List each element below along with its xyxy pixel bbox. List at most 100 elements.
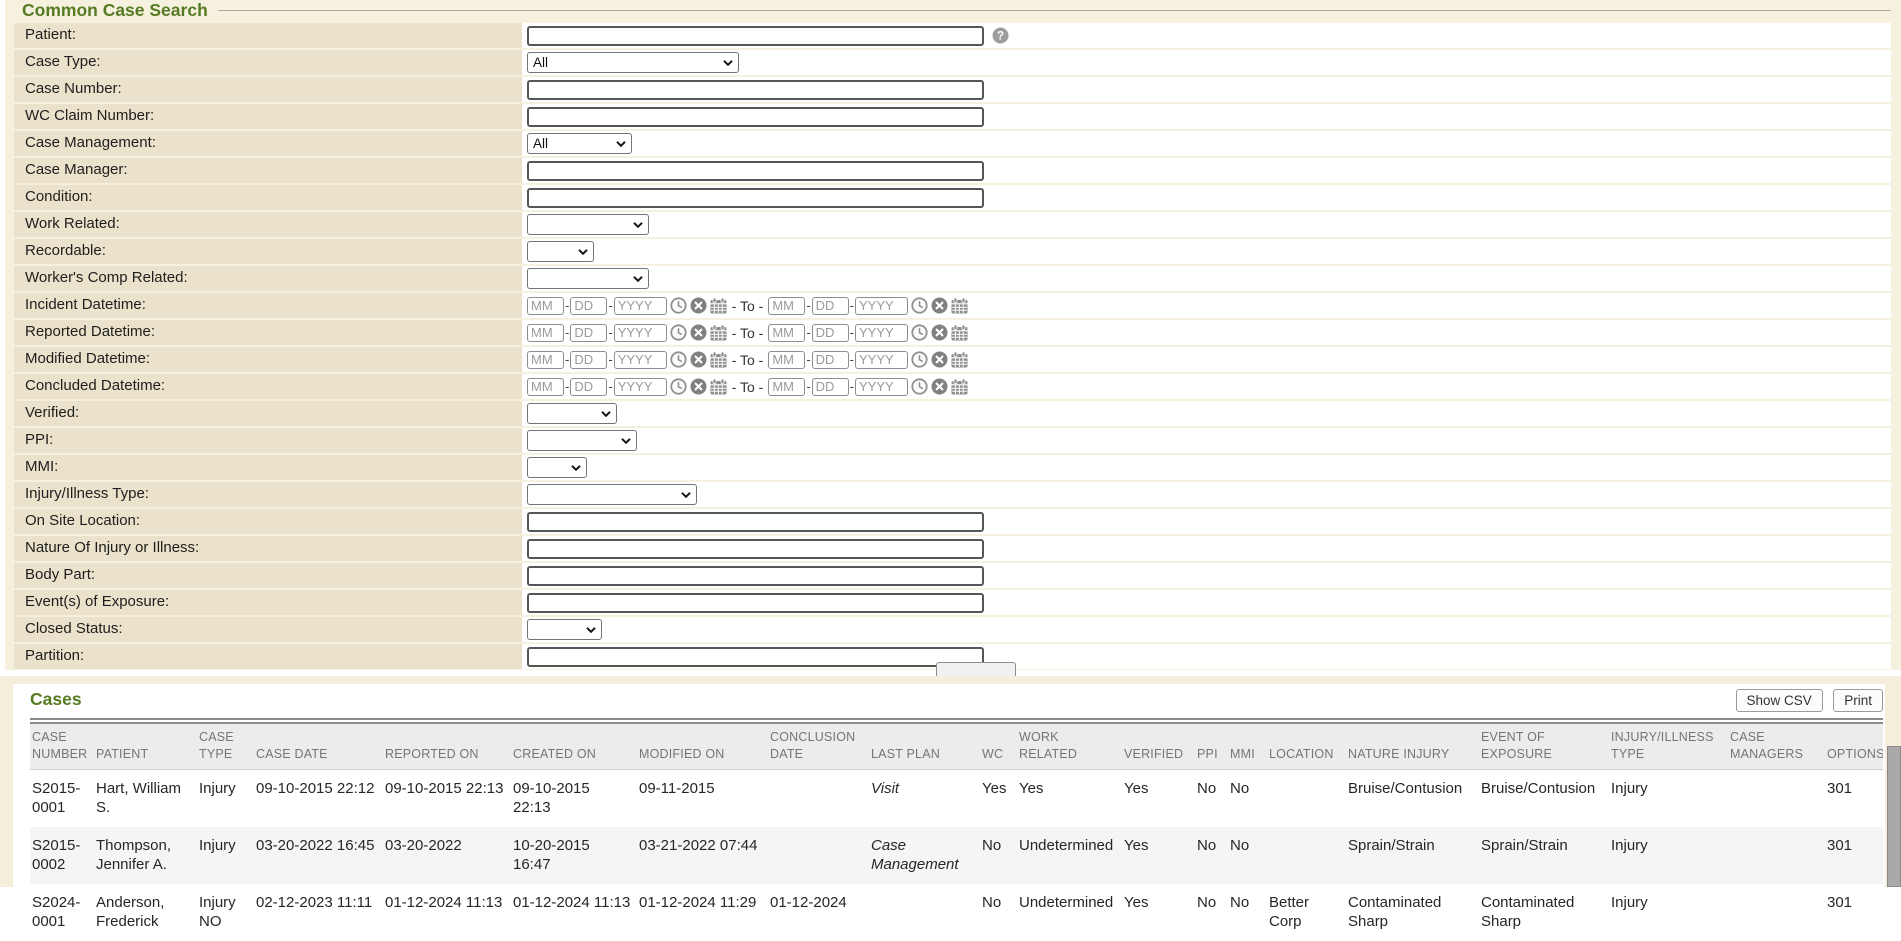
case-type-select[interactable]: All — [527, 52, 739, 73]
calendar-icon[interactable] — [951, 325, 968, 341]
cell-created-on: 01-12-2024 11:13 — [511, 884, 637, 941]
reported-datetime-to-year-input[interactable] — [855, 324, 908, 342]
concluded-datetime-to-year-input[interactable] — [855, 378, 908, 396]
modified-datetime-from-year-input[interactable] — [614, 351, 667, 369]
field-label: Work Related: — [14, 212, 522, 237]
clear-icon[interactable] — [690, 324, 707, 341]
recordable-select[interactable] — [527, 241, 594, 262]
calendar-icon[interactable] — [710, 379, 727, 395]
field-label: Worker's Comp Related: — [14, 266, 522, 291]
modified-datetime-to-month-input[interactable] — [768, 351, 805, 369]
clock-icon[interactable] — [911, 351, 928, 368]
field-cell — [522, 401, 1891, 426]
concluded-datetime-from-month-input[interactable] — [527, 378, 564, 396]
clock-icon[interactable] — [911, 378, 928, 395]
date-dash: - — [565, 325, 569, 340]
condition-input[interactable] — [527, 188, 984, 208]
clear-icon[interactable] — [690, 297, 707, 314]
select-value: All — [533, 136, 548, 151]
reported-datetime-to-day-input[interactable] — [812, 324, 849, 342]
closed-status-select[interactable] — [527, 619, 602, 640]
modified-datetime-from-month-input[interactable] — [527, 351, 564, 369]
modified-datetime-from-day-input[interactable] — [570, 351, 607, 369]
vertical-scrollbar[interactable] — [1887, 746, 1901, 887]
clock-icon[interactable] — [670, 324, 687, 341]
field-label: Reported Datetime: — [14, 320, 522, 345]
help-icon[interactable]: ? — [992, 27, 1009, 44]
clear-icon[interactable] — [931, 378, 948, 395]
reported-datetime-from-day-input[interactable] — [570, 324, 607, 342]
clear-icon[interactable] — [690, 378, 707, 395]
clock-icon[interactable] — [670, 378, 687, 395]
reported-datetime-from-month-input[interactable] — [527, 324, 564, 342]
concluded-datetime-from-day-input[interactable] — [570, 378, 607, 396]
verified-select[interactable] — [527, 403, 617, 424]
cell-case-number: S2024-0001 — [30, 884, 94, 941]
field-cell: --- To --- — [522, 293, 1891, 318]
calendar-icon[interactable] — [951, 379, 968, 395]
reported-datetime-to-date-group: -- — [768, 324, 968, 342]
clear-icon[interactable] — [931, 297, 948, 314]
concluded-datetime-from-year-input[interactable] — [614, 378, 667, 396]
field-label: Case Management: — [14, 131, 522, 156]
on-site-location-input[interactable] — [527, 512, 984, 532]
calendar-icon[interactable] — [710, 352, 727, 368]
incident-datetime-from-day-input[interactable] — [570, 297, 607, 315]
form-row: Verified: — [14, 401, 1891, 426]
clock-icon[interactable] — [911, 297, 928, 314]
concluded-datetime-to-month-input[interactable] — [768, 378, 805, 396]
body-part-input[interactable] — [527, 566, 984, 586]
field-cell — [522, 212, 1891, 237]
calendar-icon[interactable] — [951, 298, 968, 314]
cell-options: 301 — [1825, 884, 1883, 941]
work-related-select[interactable] — [527, 214, 649, 235]
reported-datetime-from-year-input[interactable] — [614, 324, 667, 342]
wc-claim-number-input[interactable] — [527, 107, 984, 127]
field-cell — [522, 428, 1891, 453]
cell-case-type: Injury NO — [197, 884, 254, 941]
partition-input[interactable] — [527, 647, 984, 667]
patient-input[interactable] — [527, 26, 984, 46]
worker-s-comp-related-select[interactable] — [527, 268, 649, 289]
incident-datetime-from-month-input[interactable] — [527, 297, 564, 315]
case-number-input[interactable] — [527, 80, 984, 100]
calendar-icon[interactable] — [710, 325, 727, 341]
cell-work-related: Yes — [1017, 769, 1122, 827]
cell-case-managers — [1728, 884, 1825, 941]
event-s-of-exposure-input[interactable] — [527, 593, 984, 613]
reported-datetime-to-month-input[interactable] — [768, 324, 805, 342]
form-rows: Patient:?Case Type:AllCase Number:WC Cla… — [14, 23, 1891, 669]
field-label: MMI: — [14, 455, 522, 480]
modified-datetime-to-year-input[interactable] — [855, 351, 908, 369]
clock-icon[interactable] — [911, 324, 928, 341]
case-management-select[interactable]: All — [527, 133, 632, 154]
mmi-select[interactable] — [527, 457, 587, 478]
incident-datetime-to-year-input[interactable] — [855, 297, 908, 315]
show-csv-button[interactable]: Show CSV — [1736, 689, 1823, 712]
injury-illness-type-select[interactable] — [527, 484, 697, 505]
concluded-datetime-to-day-input[interactable] — [812, 378, 849, 396]
calendar-icon[interactable] — [951, 352, 968, 368]
cell-last-plan — [869, 884, 980, 941]
clear-icon[interactable] — [931, 324, 948, 341]
form-row: Body Part: — [14, 563, 1891, 588]
cell-nature-injury: Bruise/Contusion — [1346, 769, 1479, 827]
clock-icon[interactable] — [670, 297, 687, 314]
column-header-event-of-exposure: EVENT OF EXPOSURE — [1479, 724, 1609, 769]
case-manager-input[interactable] — [527, 161, 984, 181]
incident-datetime-from-year-input[interactable] — [614, 297, 667, 315]
nature-of-injury-or-illness-input[interactable] — [527, 539, 984, 559]
incident-datetime-to-month-input[interactable] — [768, 297, 805, 315]
date-dash: - — [806, 298, 810, 313]
cell-event-of-exposure: Sprain/Strain — [1479, 827, 1609, 884]
incident-datetime-to-day-input[interactable] — [812, 297, 849, 315]
clear-icon[interactable] — [690, 351, 707, 368]
modified-datetime-to-day-input[interactable] — [812, 351, 849, 369]
calendar-icon[interactable] — [710, 298, 727, 314]
cell-case-managers — [1728, 827, 1825, 884]
clear-icon[interactable] — [931, 351, 948, 368]
cell-reported-on: 01-12-2024 11:13 — [383, 884, 511, 941]
print-button[interactable]: Print — [1833, 689, 1883, 712]
ppi-select[interactable] — [527, 430, 637, 451]
clock-icon[interactable] — [670, 351, 687, 368]
